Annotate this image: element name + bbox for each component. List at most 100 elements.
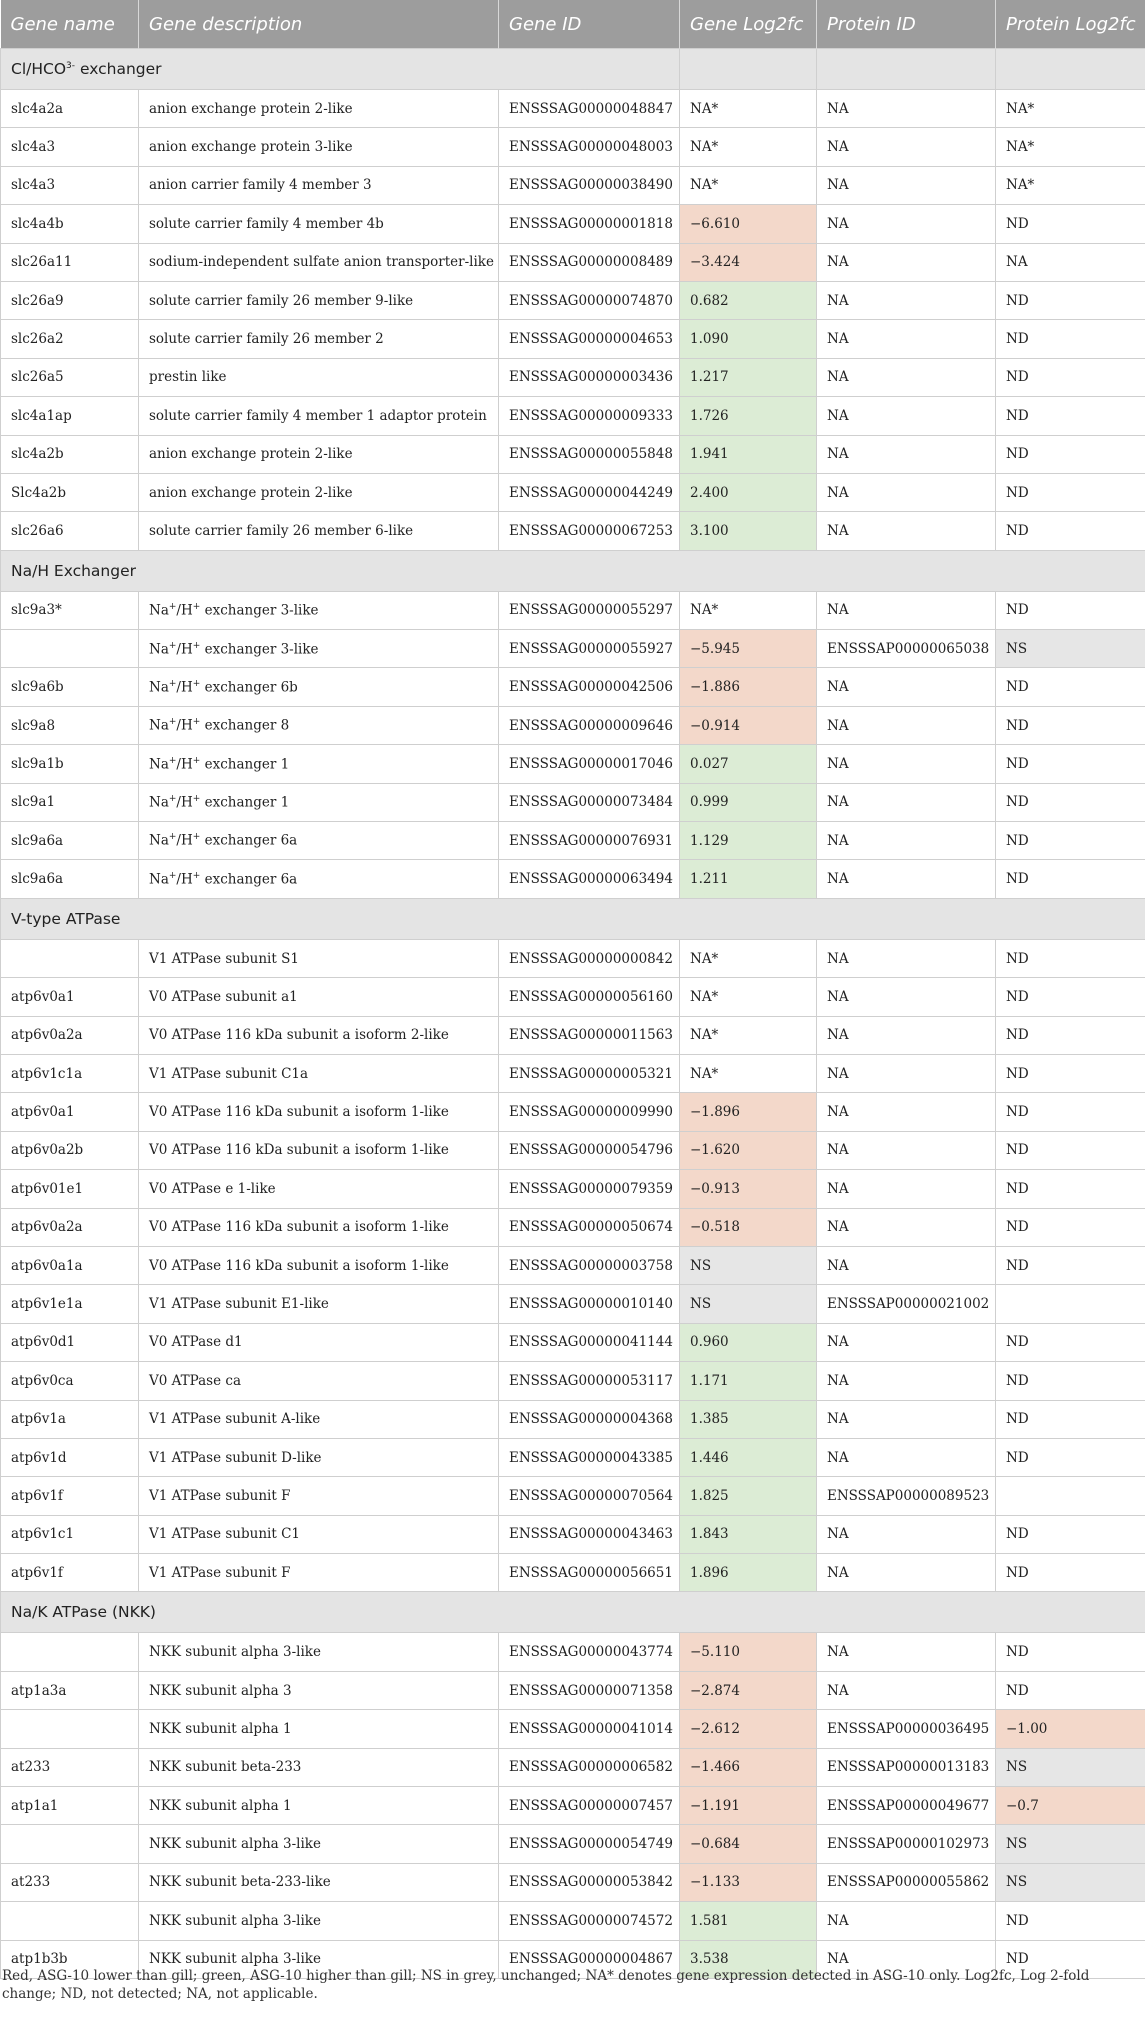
protein-id-cell: NA (816, 744, 996, 784)
gene-log2fc-cell: −0.684 (679, 1824, 817, 1864)
protein-id-cell: NA (816, 472, 996, 513)
gene-id-cell: ENSSSAG00000004368 (498, 1399, 680, 1439)
protein-log2fc-cell: ND (995, 1437, 1145, 1478)
gene-log2fc-cell: −3.424 (679, 242, 817, 282)
gene-description-cell: V1 ATPase subunit D-like (138, 1437, 499, 1478)
gene-name-cell: slc26a6 (0, 511, 139, 551)
gene-description-cell: solute carrier family 26 member 6-like (138, 511, 499, 551)
gene-name-cell: atp6v0a1 (0, 977, 139, 1017)
table-row: atp6v0a2a V0 ATPase 116 kDa subunit a iso… (0, 1207, 1145, 1247)
gene-log2fc-cell: −1.466 (679, 1747, 817, 1788)
gene-description-cell: solute carrier family 26 member 9-like (138, 280, 499, 321)
protein-id-cell: NA (816, 1015, 996, 1055)
gene-description-cell: prestin like (138, 357, 499, 398)
gene-description-cell: NKK subunit alpha 1 (138, 1786, 499, 1826)
table-row: slc9a8 Na+/H+ exchanger 8 ENSSSAG000000096… (0, 705, 1145, 746)
gene-name-cell: atp6v1f (0, 1553, 139, 1593)
col-header-gene-id: Gene ID (498, 0, 680, 49)
gene-id-cell: ENSSSAG00000042506 (498, 667, 680, 707)
gene-log2fc-cell: −0.913 (679, 1169, 817, 1209)
gene-name-cell: Slc4a2b (0, 472, 139, 513)
section-empty-cell (679, 48, 817, 90)
protein-log2fc-cell: NA (995, 242, 1145, 282)
protein-id-cell: NA (816, 511, 996, 551)
gene-name-cell: atp6v0a2a (0, 1015, 139, 1055)
protein-log2fc-cell (995, 1476, 1145, 1516)
gene-id-cell: ENSSSAG00000007457 (498, 1786, 680, 1826)
protein-log2fc-cell: ND (995, 1169, 1145, 1209)
gene-id-cell: ENSSSAG00000071358 (498, 1670, 680, 1711)
gene-name-cell: slc9a6a (0, 821, 139, 861)
section-header: Na/K ATPase (NKK) (0, 1591, 1145, 1634)
protein-id-cell: NA (816, 667, 996, 707)
gene-name-cell: slc26a9 (0, 280, 139, 321)
gene-id-cell: ENSSSAG00000010140 (498, 1284, 680, 1324)
gene-name-cell (0, 1709, 139, 1749)
table-row: slc4a1ap solute carrier family 4 member 1… (0, 396, 1145, 436)
gene-name-cell (0, 1824, 139, 1864)
gene-id-cell: ENSSSAG00000006582 (498, 1747, 680, 1788)
gene-description-cell: Na+/H+ exchanger 1 (138, 782, 499, 823)
gene-description-cell: NKK subunit alpha 3-like (138, 1632, 499, 1672)
gene-log2fc-cell: −5.945 (679, 629, 817, 669)
gene-name-cell: slc26a11 (0, 242, 139, 282)
gene-description-cell: Na+/H+ exchanger 3-like (138, 629, 499, 669)
gene-description-cell: NKK subunit beta-233-like (138, 1862, 499, 1903)
gene-description-cell: Na+/H+ exchanger 8 (138, 705, 499, 746)
gene-description-cell: sodium-independent sulfate anion transpo… (138, 242, 499, 282)
gene-description-cell: V1 ATPase subunit C1 (138, 1514, 499, 1555)
gene-log2fc-cell: −5.110 (679, 1632, 817, 1672)
protein-log2fc-cell: ND (995, 782, 1145, 823)
table-row: slc9a6b Na+/H+ exchanger 6b ENSSSAG0000004… (0, 667, 1145, 707)
gene-log2fc-cell: 0.682 (679, 280, 817, 321)
gene-log2fc-cell: NA* (679, 590, 817, 631)
gene-id-cell: ENSSSAG00000001818 (498, 204, 680, 244)
protein-log2fc-cell: ND (995, 1361, 1145, 1401)
table-row: atp6v0a1 V0 ATPase subunit a1 ENSSSAG00000… (0, 977, 1145, 1017)
gene-name-cell: atp6v01e1 (0, 1169, 139, 1209)
table-row: atp6v1d V1 ATPase subunit D-like ENSSSAG00… (0, 1437, 1145, 1478)
gene-id-cell: ENSSSAG00000056160 (498, 977, 680, 1017)
gene-id-cell: ENSSSAG00000011563 (498, 1015, 680, 1055)
protein-log2fc-cell: ND (995, 938, 1145, 979)
section-empty-cell (995, 48, 1145, 90)
gene-description-cell: V0 ATPase 116 kDa subunit a isoform 1-li… (138, 1245, 499, 1286)
protein-id-cell: NA (816, 88, 996, 129)
gene-name-cell: slc26a5 (0, 357, 139, 398)
gene-log2fc-cell: −1.133 (679, 1862, 817, 1903)
gene-log2fc-cell: 1.171 (679, 1361, 817, 1401)
gene-description-cell: V0 ATPase ca (138, 1361, 499, 1401)
table-row: at233 NKK subunit beta-233-like ENSSSAG000… (0, 1862, 1145, 1903)
gene-name-cell: slc9a1b (0, 744, 139, 784)
protein-id-cell: NA (816, 938, 996, 979)
gene-id-cell: ENSSSAG00000043385 (498, 1437, 680, 1478)
gene-name-cell: slc4a4b (0, 204, 139, 244)
gene-description-cell: V1 ATPase subunit F (138, 1553, 499, 1593)
gene-log2fc-cell: 1.211 (679, 859, 817, 899)
gene-name-cell (0, 1632, 139, 1672)
gene-log2fc-cell: 1.941 (679, 434, 817, 474)
gene-log2fc-cell: 1.385 (679, 1399, 817, 1439)
gene-id-cell: ENSSSAG00000079359 (498, 1169, 680, 1209)
gene-log2fc-cell: 2.400 (679, 472, 817, 513)
table-row: slc26a5 prestin like ENSSSAG00000003436 1.2… (0, 357, 1145, 398)
protein-id-cell: NA (816, 705, 996, 746)
protein-log2fc-cell: ND (995, 821, 1145, 861)
gene-name-cell: slc9a3* (0, 590, 139, 631)
gene-name-cell: slc9a1 (0, 782, 139, 823)
protein-id-cell: NA (816, 1514, 996, 1555)
protein-id-cell: ENSSSAP00000102973 (816, 1824, 996, 1864)
gene-log2fc-cell: 1.090 (679, 319, 817, 359)
protein-id-cell: NA (816, 280, 996, 321)
protein-log2fc-cell: NA* (995, 88, 1145, 129)
gene-id-cell: ENSSSAG00000067253 (498, 511, 680, 551)
gene-id-cell: ENSSSAG00000055297 (498, 590, 680, 631)
gene-id-cell: ENSSSAG00000054796 (498, 1130, 680, 1171)
gene-id-cell: ENSSSAG00000053117 (498, 1361, 680, 1401)
gene-id-cell: ENSSSAG00000041144 (498, 1322, 680, 1363)
gene-name-cell: slc4a3 (0, 127, 139, 167)
gene-log2fc-cell: 1.581 (679, 1901, 817, 1941)
table-row: NKK subunit alpha 1 ENSSSAG00000041014 −2.… (0, 1709, 1145, 1749)
table-row: slc9a6a Na+/H+ exchanger 6a ENSSSAG0000006… (0, 859, 1145, 899)
table-row: slc26a9 solute carrier family 26 member 9… (0, 280, 1145, 321)
